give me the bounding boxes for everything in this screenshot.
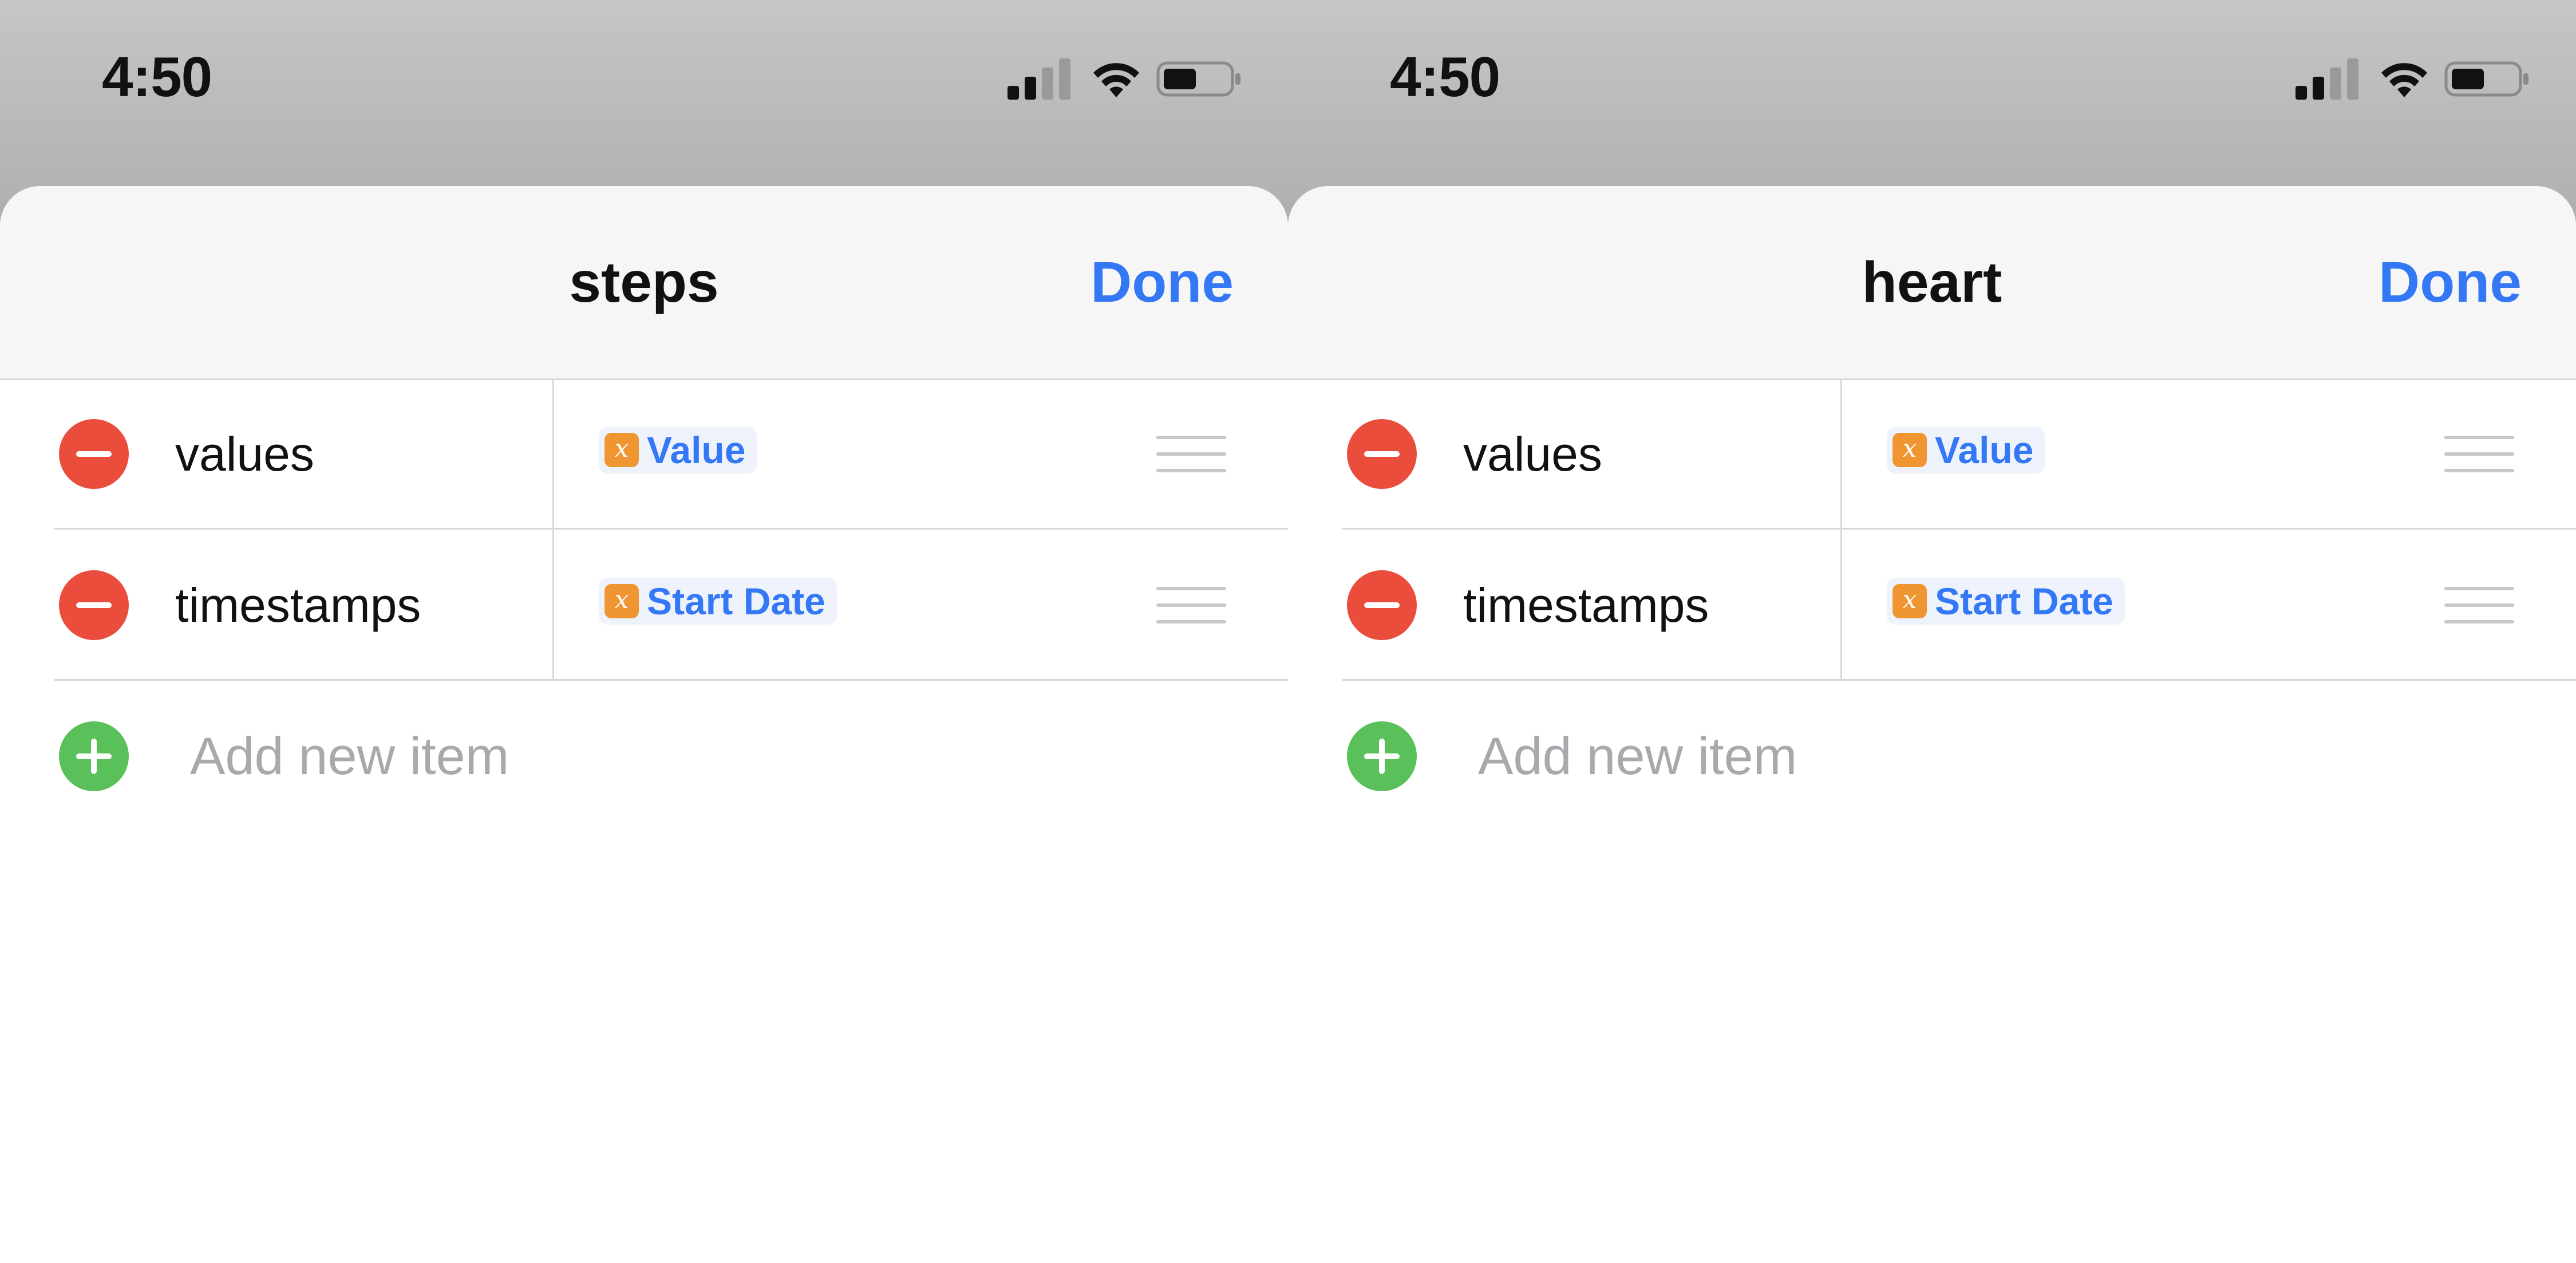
status-time: 4:50 <box>102 45 212 108</box>
row-key[interactable]: values <box>175 378 314 530</box>
dictionary-sheet: steps Done values x Value timestamps x S… <box>0 186 1288 1263</box>
column-divider <box>1840 530 1842 681</box>
add-new-item-placeholder[interactable]: Add new item <box>190 681 509 832</box>
dictionary-sheet: heart Done values x Value timestamps x S… <box>1288 186 2576 1263</box>
drag-handle-icon[interactable] <box>1156 587 1226 623</box>
minus-circle-icon[interactable] <box>59 419 129 489</box>
navigation-bar: steps Done <box>0 186 1288 380</box>
drag-handle-icon[interactable] <box>1156 436 1226 472</box>
variable-token[interactable]: x Value <box>599 427 757 473</box>
wifi-icon <box>1093 63 1139 97</box>
dictionary-row: values x Value <box>0 378 1288 530</box>
plus-circle-icon[interactable] <box>59 721 129 791</box>
minus-circle-icon[interactable] <box>1347 570 1417 640</box>
minus-circle-icon[interactable] <box>59 570 129 640</box>
variable-token-label: Start Date <box>647 580 825 622</box>
variable-icon: x <box>1893 433 1927 467</box>
add-new-item-placeholder[interactable]: Add new item <box>1478 681 1797 832</box>
column-divider <box>1840 378 1842 530</box>
variable-icon: x <box>605 584 639 618</box>
cellular-signal-icon <box>2296 57 2358 100</box>
row-key[interactable]: timestamps <box>1463 530 1709 681</box>
status-time: 4:50 <box>1390 45 1500 108</box>
dictionary-editor-heart: 4:50 heart Done values x Value timestamp… <box>1288 0 2576 1263</box>
battery-icon <box>1156 61 1240 97</box>
done-button[interactable]: Done <box>1091 186 1234 378</box>
battery-icon <box>2444 61 2528 97</box>
dictionary-editor-steps: 4:50 steps Done values x Value timestamp… <box>0 0 1288 1263</box>
cellular-signal-icon <box>1008 57 1070 100</box>
row-key[interactable]: values <box>1463 378 1602 530</box>
variable-token-label: Value <box>647 429 746 471</box>
variable-token-label: Value <box>1935 429 2034 471</box>
column-divider <box>552 378 554 530</box>
variable-icon: x <box>1893 584 1927 618</box>
drag-handle-icon[interactable] <box>2444 436 2514 472</box>
dictionary-row: timestamps x Start Date <box>1288 530 2576 681</box>
wifi-icon <box>2381 63 2427 97</box>
plus-circle-icon[interactable] <box>1347 721 1417 791</box>
done-button[interactable]: Done <box>2379 186 2522 378</box>
variable-icon: x <box>605 433 639 467</box>
variable-token-label: Start Date <box>1935 580 2113 622</box>
add-new-item-row[interactable]: Add new item <box>0 681 1288 832</box>
column-divider <box>552 530 554 681</box>
navigation-bar: heart Done <box>1288 186 2576 380</box>
row-key[interactable]: timestamps <box>175 530 421 681</box>
drag-handle-icon[interactable] <box>2444 587 2514 623</box>
dictionary-row: timestamps x Start Date <box>0 530 1288 681</box>
add-new-item-row[interactable]: Add new item <box>1288 681 2576 832</box>
minus-circle-icon[interactable] <box>1347 419 1417 489</box>
dictionary-row: values x Value <box>1288 378 2576 530</box>
variable-token[interactable]: x Start Date <box>599 578 837 625</box>
variable-token[interactable]: x Value <box>1887 427 2045 473</box>
variable-token[interactable]: x Start Date <box>1887 578 2125 625</box>
